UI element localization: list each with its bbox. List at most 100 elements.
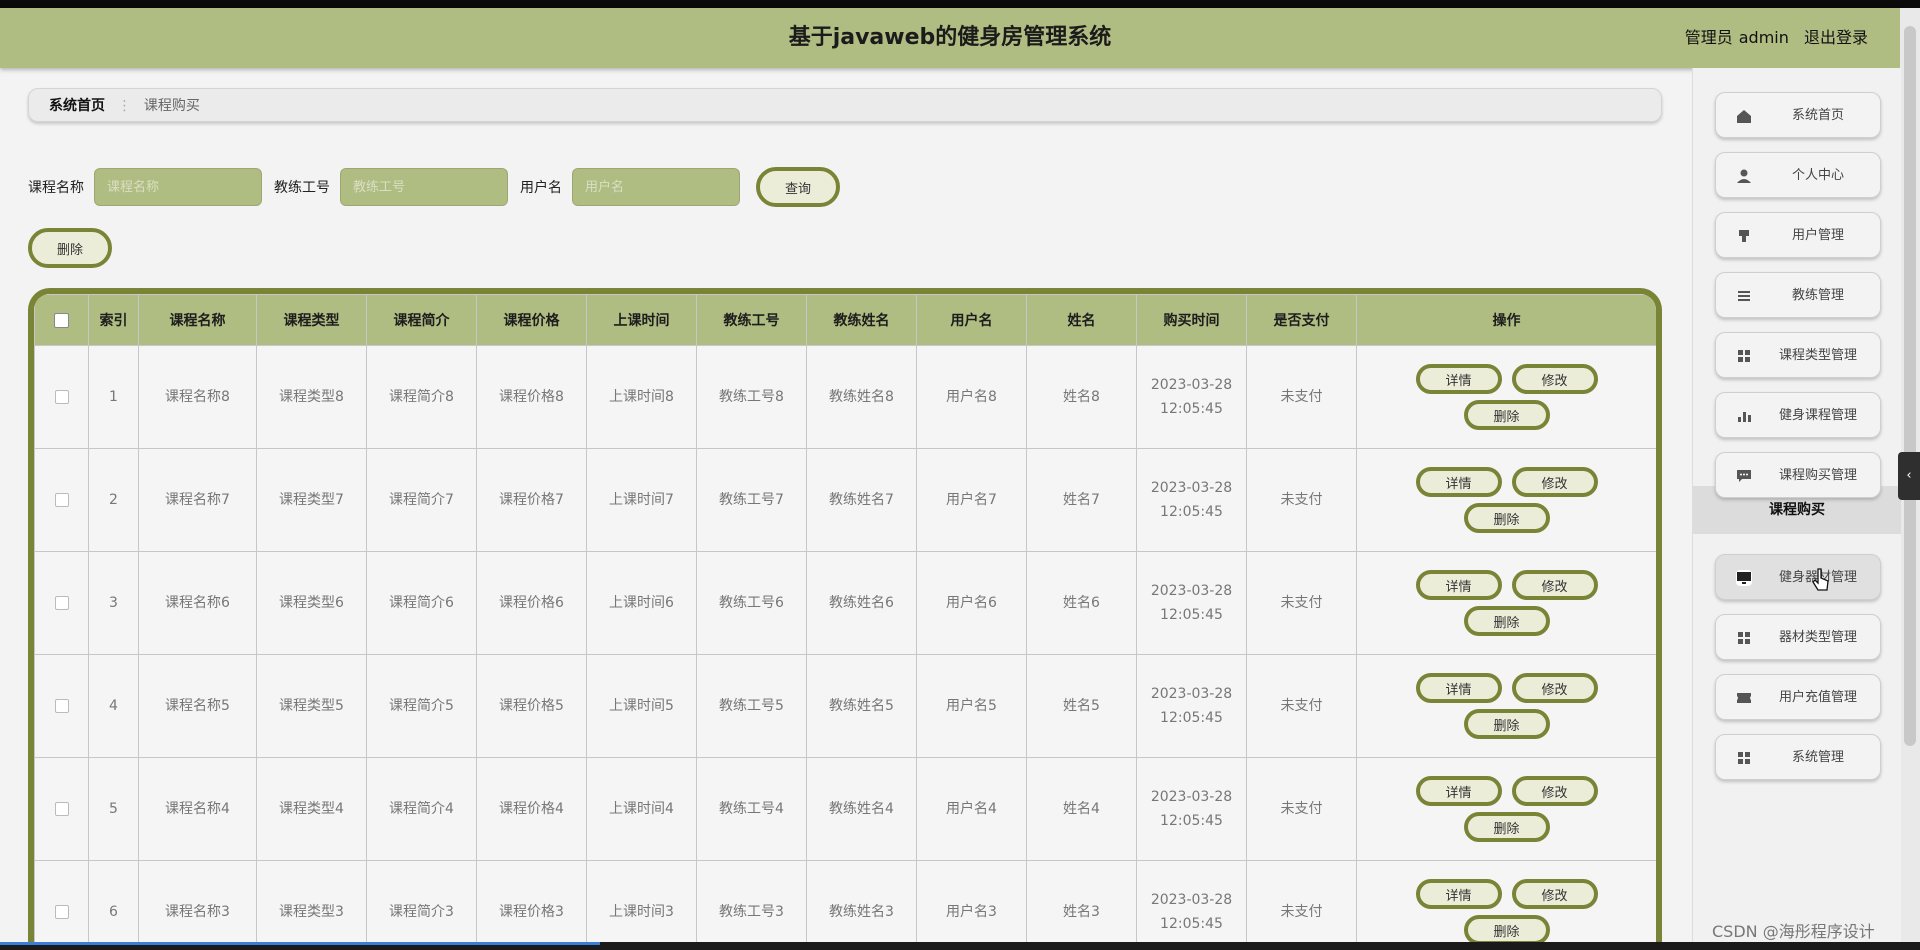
bar-chart-icon — [1738, 412, 1751, 422]
row-select-cell[interactable] — [34, 551, 89, 655]
edit-button[interactable]: 修改 — [1511, 776, 1598, 806]
cell-paid: 未支付 — [1246, 448, 1357, 552]
table-row: 3 课程名称6 课程类型6 课程简介6 课程价格6 上课时间6 教练工号6 教练姓名6 用户名6… — [34, 551, 1656, 655]
sidebar-item-label: 用户充值管理 — [1778, 690, 1857, 705]
cell-paid: 未支付 — [1246, 345, 1357, 449]
cell-index: 4 — [88, 654, 139, 758]
ticket-icon — [1737, 693, 1751, 703]
breadcrumb-separator: ⋮ — [117, 98, 132, 114]
cell-real-name: 姓名6 — [1026, 551, 1137, 655]
col-header: 用户名 — [916, 294, 1027, 346]
cell-real-name: 姓名8 — [1026, 345, 1137, 449]
cell-coach-no: 教练工号8 — [696, 345, 807, 449]
cell-actions: 详情 修改 删除 — [1356, 551, 1656, 655]
username-label: 用户名 — [520, 180, 562, 196]
cell-index: 1 — [88, 345, 139, 449]
edit-button[interactable]: 修改 — [1511, 364, 1598, 394]
sidebar-item-2[interactable]: 个人中心 — [1715, 152, 1881, 198]
col-header: 课程价格 — [476, 294, 587, 346]
username-input[interactable] — [572, 168, 740, 206]
delete-button[interactable]: 删除 — [1463, 812, 1550, 842]
cell-name: 课程名称5 — [138, 654, 257, 758]
row-select-cell[interactable] — [34, 345, 89, 449]
edit-button[interactable]: 修改 — [1511, 467, 1598, 497]
row-checkbox[interactable] — [54, 802, 69, 816]
sidebar-item-10[interactable]: 用户充值管理 — [1715, 674, 1881, 720]
buy-date: 2023-03-28 — [1150, 686, 1233, 702]
select-all-cell[interactable] — [34, 294, 89, 346]
select-all-checkbox[interactable] — [54, 312, 69, 328]
breadcrumb: 系统首页 ⋮ 课程购买 — [28, 88, 1662, 122]
cell-coach-no: 教练工号3 — [696, 860, 807, 950]
cell-price: 课程价格8 — [476, 345, 587, 449]
cell-username: 用户名3 — [916, 860, 1027, 950]
query-button[interactable]: 查询 — [756, 167, 840, 207]
cell-coach-name: 教练姓名7 — [806, 448, 917, 552]
sidebar-item-4[interactable]: 教练管理 — [1715, 272, 1881, 318]
cell-paid: 未支付 — [1246, 654, 1357, 758]
row-select-cell[interactable] — [34, 860, 89, 950]
sidebar-collapse-toggle[interactable]: ‹ — [1898, 452, 1920, 500]
breadcrumb-home[interactable]: 系统首页 — [49, 98, 105, 114]
detail-button[interactable]: 详情 — [1415, 879, 1502, 909]
home-icon — [1737, 110, 1751, 123]
edit-button[interactable]: 修改 — [1511, 570, 1598, 600]
row-checkbox[interactable] — [54, 596, 69, 610]
buy-date: 2023-03-28 — [1150, 789, 1233, 805]
col-header: 姓名 — [1026, 294, 1137, 346]
delete-button[interactable]: 删除 — [1463, 709, 1550, 739]
buy-date: 2023-03-28 — [1150, 377, 1233, 393]
col-header: 课程名称 — [138, 294, 257, 346]
logout-link[interactable]: 退出登录 — [1804, 28, 1868, 47]
detail-button[interactable]: 详情 — [1415, 467, 1502, 497]
course-name-input[interactable] — [94, 168, 262, 206]
grid-icon — [1738, 350, 1750, 362]
window-top-strip — [0, 0, 1920, 8]
sidebar-item-8[interactable]: 健身器材管理 — [1715, 554, 1881, 600]
delete-button[interactable]: 删除 — [1463, 915, 1550, 945]
sidebar-item-label: 课程类型管理 — [1778, 348, 1857, 363]
cell-time: 上课时间6 — [586, 551, 697, 655]
edit-button[interactable]: 修改 — [1511, 879, 1598, 909]
delete-button[interactable]: 删除 — [1463, 606, 1550, 636]
delete-button[interactable]: 删除 — [1463, 503, 1550, 533]
sidebar-item-11[interactable]: 系统管理 — [1715, 734, 1881, 780]
sidebar-item-5[interactable]: 课程类型管理 — [1715, 332, 1881, 378]
sidebar-item-label: 系统首页 — [1791, 108, 1844, 123]
sidebar-item-7[interactable]: 课程购买管理 — [1715, 452, 1881, 498]
row-checkbox[interactable] — [54, 905, 69, 919]
table-row: 1 课程名称8 课程类型8 课程简介8 课程价格8 上课时间8 教练工号8 教练姓名8 用户名8… — [34, 345, 1656, 449]
person-icon — [1737, 169, 1751, 183]
coach-no-input[interactable] — [340, 168, 508, 206]
cell-type: 课程类型3 — [256, 860, 367, 950]
sidebar-item-1[interactable]: 系统首页 — [1715, 92, 1881, 138]
scrollbar-thumb[interactable] — [1904, 26, 1916, 746]
sidebar-item-6[interactable]: 健身课程管理 — [1715, 392, 1881, 438]
batch-delete-button[interactable]: 删除 — [28, 228, 112, 268]
edit-button[interactable]: 修改 — [1511, 673, 1598, 703]
app-header: 基于javaweb的健身房管理系统 管理员 admin 退出登录 — [0, 8, 1900, 68]
row-select-cell[interactable] — [34, 757, 89, 861]
row-checkbox[interactable] — [54, 699, 69, 713]
col-header: 课程简介 — [366, 294, 477, 346]
cell-coach-name: 教练姓名8 — [806, 345, 917, 449]
grid-icon — [1738, 632, 1750, 644]
row-select-cell[interactable] — [34, 448, 89, 552]
detail-button[interactable]: 详情 — [1415, 673, 1502, 703]
grid-icon — [1738, 752, 1750, 764]
cell-coach-no: 教练工号7 — [696, 448, 807, 552]
cell-coach-no: 教练工号6 — [696, 551, 807, 655]
detail-button[interactable]: 详情 — [1415, 570, 1502, 600]
detail-button[interactable]: 详情 — [1415, 364, 1502, 394]
cell-real-name: 姓名5 — [1026, 654, 1137, 758]
cell-buy-time: 2023-03-28 12:05:45 — [1136, 757, 1247, 861]
sidebar-item-9[interactable]: 器材类型管理 — [1715, 614, 1881, 660]
detail-button[interactable]: 详情 — [1415, 776, 1502, 806]
row-select-cell[interactable] — [34, 654, 89, 758]
sidebar-item-3[interactable]: 用户管理 — [1715, 212, 1881, 258]
row-checkbox[interactable] — [54, 493, 69, 507]
delete-button[interactable]: 删除 — [1463, 400, 1550, 430]
cell-price: 课程价格3 — [476, 860, 587, 950]
row-checkbox[interactable] — [54, 390, 69, 404]
cell-real-name: 姓名4 — [1026, 757, 1137, 861]
